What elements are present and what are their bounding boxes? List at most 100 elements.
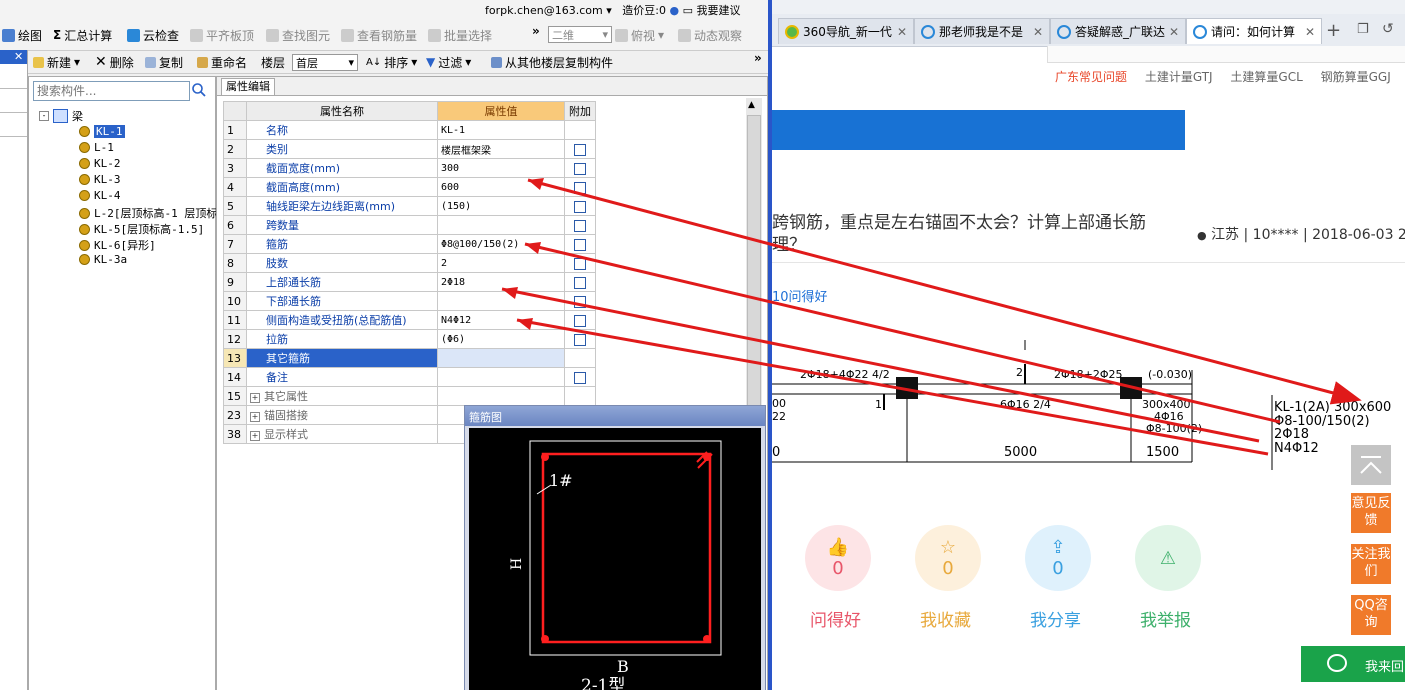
tree-item[interactable]: KL-2 <box>79 157 121 170</box>
suggest-icon[interactable]: ▭ <box>683 4 693 17</box>
dynamic-view-button[interactable]: 动态观察 <box>678 26 742 44</box>
tree-item[interactable]: KL-1 <box>79 125 125 138</box>
suggest-link[interactable]: 我要建议 <box>696 4 740 17</box>
cloud-check-button[interactable]: 云检查 <box>127 26 179 44</box>
new-tab-icon[interactable]: + <box>1326 20 1341 41</box>
expand-icon[interactable]: + <box>250 431 260 441</box>
property-row[interactable]: 8 肢数 2 <box>223 253 596 273</box>
nav-link-ggj[interactable]: 钢筋算量GGJ <box>1321 70 1391 84</box>
bell-icon[interactable]: ● <box>669 4 679 17</box>
extra-checkbox[interactable] <box>574 143 586 156</box>
browser-tab-2[interactable]: 那老师我是不是 ✕ <box>914 18 1050 44</box>
sort-button[interactable]: A↓ 排序 ▾ <box>366 54 417 70</box>
qq-consult-button[interactable]: QQ咨询 <box>1351 595 1391 635</box>
property-value[interactable]: (Φ6) <box>437 329 565 349</box>
tree-item[interactable]: KL-3 <box>79 173 121 186</box>
delete-button[interactable]: ✕ 删除 <box>95 54 134 70</box>
property-row[interactable]: 6 跨数量 <box>223 215 596 235</box>
feedback-button[interactable]: 意见反馈 <box>1351 493 1391 533</box>
search-icon[interactable] <box>191 82 209 100</box>
property-value[interactable]: N4Φ12 <box>437 310 565 330</box>
view-mode-combo[interactable]: 二维 ▾ <box>548 26 612 43</box>
nav-link-gtj[interactable]: 土建计量GTJ <box>1145 70 1213 84</box>
property-row[interactable]: 4 截面高度(mm) 600 <box>223 177 596 197</box>
batch-select-button[interactable]: 批量选择 <box>428 26 492 44</box>
property-value[interactable]: (150) <box>437 196 565 216</box>
action-label[interactable]: 我分享 <box>1030 606 1081 631</box>
property-scroll-thumb[interactable] <box>747 115 761 415</box>
property-row[interactable]: 13 其它箍筋 <box>223 348 596 368</box>
property-value[interactable] <box>437 348 565 368</box>
property-row[interactable]: 11 侧面构造或受扭筋(总配筋值) N4Φ12 <box>223 310 596 330</box>
tree-item[interactable]: KL-5[层顶标高-1.5] <box>79 221 204 237</box>
property-value[interactable] <box>437 291 565 311</box>
property-value[interactable]: 2 <box>437 253 565 273</box>
collapse-icon[interactable]: - <box>39 111 49 121</box>
tree-item[interactable]: L-1 <box>79 141 114 154</box>
property-value[interactable] <box>437 215 565 235</box>
stirrup-titlebar[interactable] <box>465 406 765 426</box>
extra-checkbox[interactable] <box>574 257 586 270</box>
account-area[interactable]: forpk.chen@163.com ▾ 造价豆:0 ● ▭ 我要建议 <box>485 2 740 18</box>
browser-tab-3[interactable]: 答疑解惑_广联达 ✕ <box>1050 18 1186 44</box>
extra-checkbox[interactable] <box>574 238 586 251</box>
extra-checkbox[interactable] <box>574 276 586 289</box>
property-value[interactable]: 600 <box>437 177 565 197</box>
nav-link-gd[interactable]: 广东常见问题 <box>1055 70 1127 84</box>
question-good-count[interactable]: 10问得好 <box>772 286 828 305</box>
property-value[interactable] <box>437 386 565 406</box>
extra-checkbox[interactable] <box>574 162 586 175</box>
copy-from-floor-button[interactable]: 从其他楼层复制构件 <box>491 54 613 70</box>
property-row[interactable]: 14 备注 <box>223 367 596 387</box>
user-email[interactable]: forpk.chen@163.com <box>485 4 603 17</box>
action-4-button[interactable]: ⚠ <box>1135 525 1201 591</box>
close-icon[interactable]: ✕ <box>1305 25 1315 39</box>
floor-select[interactable]: 首层 ▾ <box>292 54 358 71</box>
close-icon[interactable]: ✕ <box>1169 25 1179 39</box>
site-search-box[interactable] <box>1047 46 1405 63</box>
draw-button[interactable]: 绘图 <box>2 26 42 44</box>
close-icon[interactable]: ✕ <box>14 50 23 63</box>
toolbar-overflow-icon[interactable]: » <box>532 24 540 38</box>
property-value[interactable]: 2Φ18 <box>437 272 565 292</box>
tab-list-icon[interactable]: ❐ <box>1357 22 1369 37</box>
tab-property-edit[interactable]: 属性编辑 <box>221 78 275 95</box>
extra-checkbox[interactable] <box>574 200 586 213</box>
property-row[interactable]: 9 上部通长筋 2Φ18 <box>223 272 596 292</box>
close-icon[interactable]: ✕ <box>1033 25 1043 39</box>
property-row[interactable]: 2 类别 楼层框架梁 <box>223 139 596 159</box>
extra-checkbox[interactable] <box>574 333 586 346</box>
extra-checkbox[interactable] <box>574 371 586 384</box>
toolbar2-overflow-icon[interactable]: » <box>754 51 762 65</box>
align-slab-button[interactable]: 平齐板顶 <box>190 26 254 44</box>
top-view-button[interactable]: 俯视 ▾ <box>615 26 664 44</box>
undo-close-icon[interactable]: ↺ <box>1382 21 1394 37</box>
property-row[interactable]: 5 轴线距梁左边线距离(mm) (150) <box>223 196 596 216</box>
property-row[interactable]: 7 箍筋 Φ8@100/150(2) <box>223 234 596 254</box>
property-value[interactable]: Φ8@100/150(2) <box>437 234 565 254</box>
tree-root-beam[interactable]: - 梁 <box>39 108 83 124</box>
follow-us-button[interactable]: 关注我们 <box>1351 544 1391 584</box>
tree-item[interactable]: L-2[层顶标高-1 层顶标 <box>79 205 217 221</box>
property-row[interactable]: 12 拉筋 (Φ6) <box>223 329 596 349</box>
close-icon[interactable]: ✕ <box>897 25 907 39</box>
dock-close-button[interactable]: ✕ <box>0 50 27 64</box>
action-label[interactable]: 我收藏 <box>920 606 971 631</box>
property-row[interactable]: 10 下部通长筋 <box>223 291 596 311</box>
new-button[interactable]: 新建 ▾ <box>33 54 80 70</box>
property-row[interactable]: 15 + 其它属性 <box>223 386 596 406</box>
browser-tab-4[interactable]: 请问：如何计算 ✕ <box>1186 18 1322 44</box>
tree-item[interactable]: KL-3a <box>79 253 127 266</box>
action-label[interactable]: 问得好 <box>810 606 861 631</box>
action-3-button[interactable]: ⇪ 0 <box>1025 525 1091 591</box>
expand-icon[interactable]: + <box>250 393 260 403</box>
back-to-top-button[interactable] <box>1351 445 1391 485</box>
property-value[interactable]: 300 <box>437 158 565 178</box>
copy-button[interactable]: 复制 <box>145 54 183 70</box>
action-label[interactable]: 我举报 <box>1140 606 1191 631</box>
property-value[interactable]: 楼层框架梁 <box>437 139 565 159</box>
component-search-input[interactable]: 搜索构件... <box>33 81 190 101</box>
property-row[interactable]: 1 名称 KL-1 <box>223 120 596 140</box>
extra-checkbox[interactable] <box>574 181 586 194</box>
property-value[interactable]: KL-1 <box>437 120 565 140</box>
